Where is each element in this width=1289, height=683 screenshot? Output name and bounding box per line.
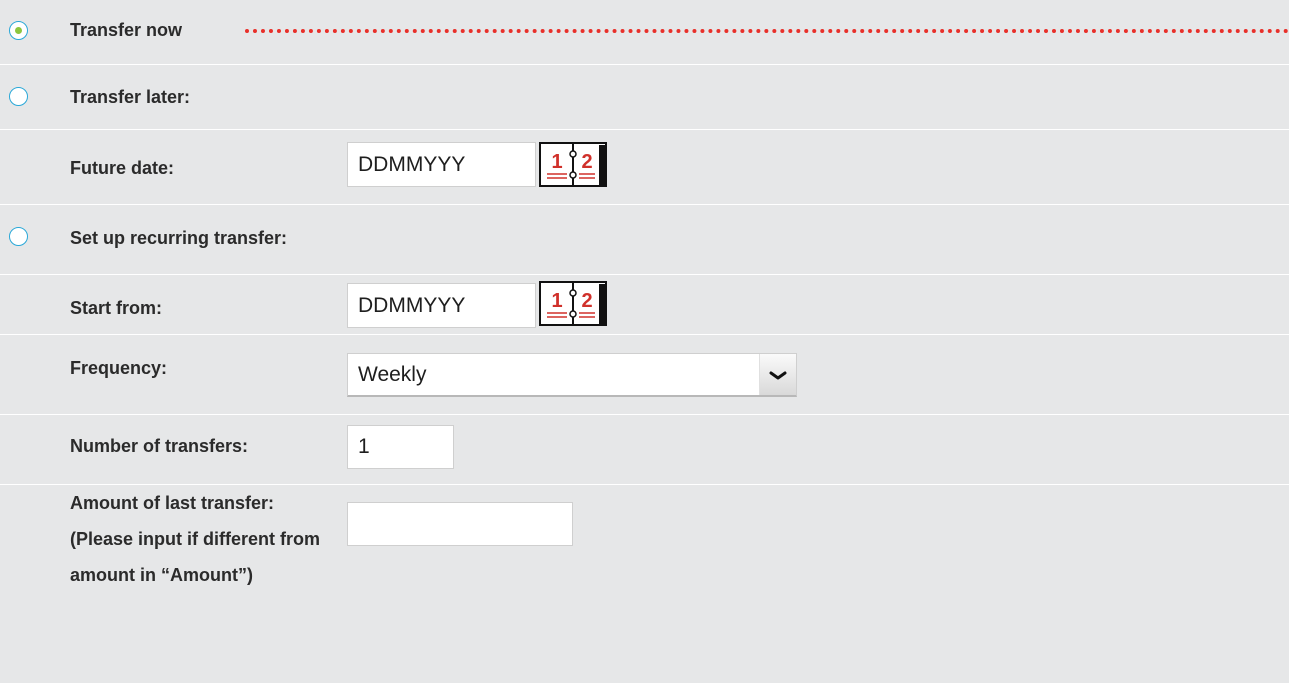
future-date-input[interactable]: DDMMYYY bbox=[347, 142, 536, 187]
row-frequency: Frequency: Weekly bbox=[0, 335, 1289, 415]
row-number-of-transfers: Number of transfers: 1 bbox=[0, 415, 1289, 485]
amount-of-last-transfer-input[interactable] bbox=[347, 502, 573, 546]
row-transfer-now: Transfer now bbox=[0, 0, 1289, 65]
calendar-icon[interactable]: 1 2 bbox=[539, 142, 607, 187]
svg-text:2: 2 bbox=[581, 290, 592, 312]
start-from-label: Start from: bbox=[70, 298, 163, 318]
transfer-now-label: Transfer now bbox=[70, 20, 183, 40]
calendar-icon[interactable]: 1 2 bbox=[539, 281, 607, 326]
transfer-now-radio[interactable] bbox=[9, 21, 28, 40]
recurring-transfer-radio[interactable] bbox=[9, 227, 28, 246]
row-recurring-transfer: Set up recurring transfer: bbox=[0, 205, 1289, 275]
recurring-transfer-label: Set up recurring transfer: bbox=[70, 228, 288, 248]
svg-text:2: 2 bbox=[581, 151, 592, 173]
transfer-later-label: Transfer later: bbox=[70, 87, 191, 107]
svg-text:1: 1 bbox=[551, 290, 562, 312]
svg-text:1: 1 bbox=[551, 151, 562, 173]
row-start-from: Start from: DDMMYYY 1 2 bbox=[0, 275, 1289, 335]
amount-of-last-transfer-label: Amount of last transfer: (Please input i… bbox=[70, 493, 321, 585]
dotted-divider bbox=[245, 29, 1289, 33]
row-amount-of-last-transfer: Amount of last transfer: (Please input i… bbox=[0, 485, 1289, 683]
future-date-label: Future date: bbox=[70, 158, 175, 178]
radio-selected-dot bbox=[14, 26, 22, 34]
chevron-down-icon[interactable] bbox=[759, 354, 796, 395]
number-of-transfers-input[interactable]: 1 bbox=[347, 425, 454, 469]
number-of-transfers-label: Number of transfers: bbox=[70, 436, 249, 456]
frequency-select[interactable]: Weekly bbox=[347, 353, 797, 397]
start-from-input[interactable]: DDMMYYY bbox=[347, 283, 536, 328]
frequency-selected-value: Weekly bbox=[358, 362, 427, 386]
row-future-date: Future date: DDMMYYY 1 2 bbox=[0, 130, 1289, 205]
transfer-schedule-form: Transfer now Transfer later: Future date… bbox=[0, 0, 1289, 683]
frequency-label: Frequency: bbox=[70, 358, 168, 378]
row-transfer-later: Transfer later: bbox=[0, 65, 1289, 130]
transfer-later-radio[interactable] bbox=[9, 87, 28, 106]
